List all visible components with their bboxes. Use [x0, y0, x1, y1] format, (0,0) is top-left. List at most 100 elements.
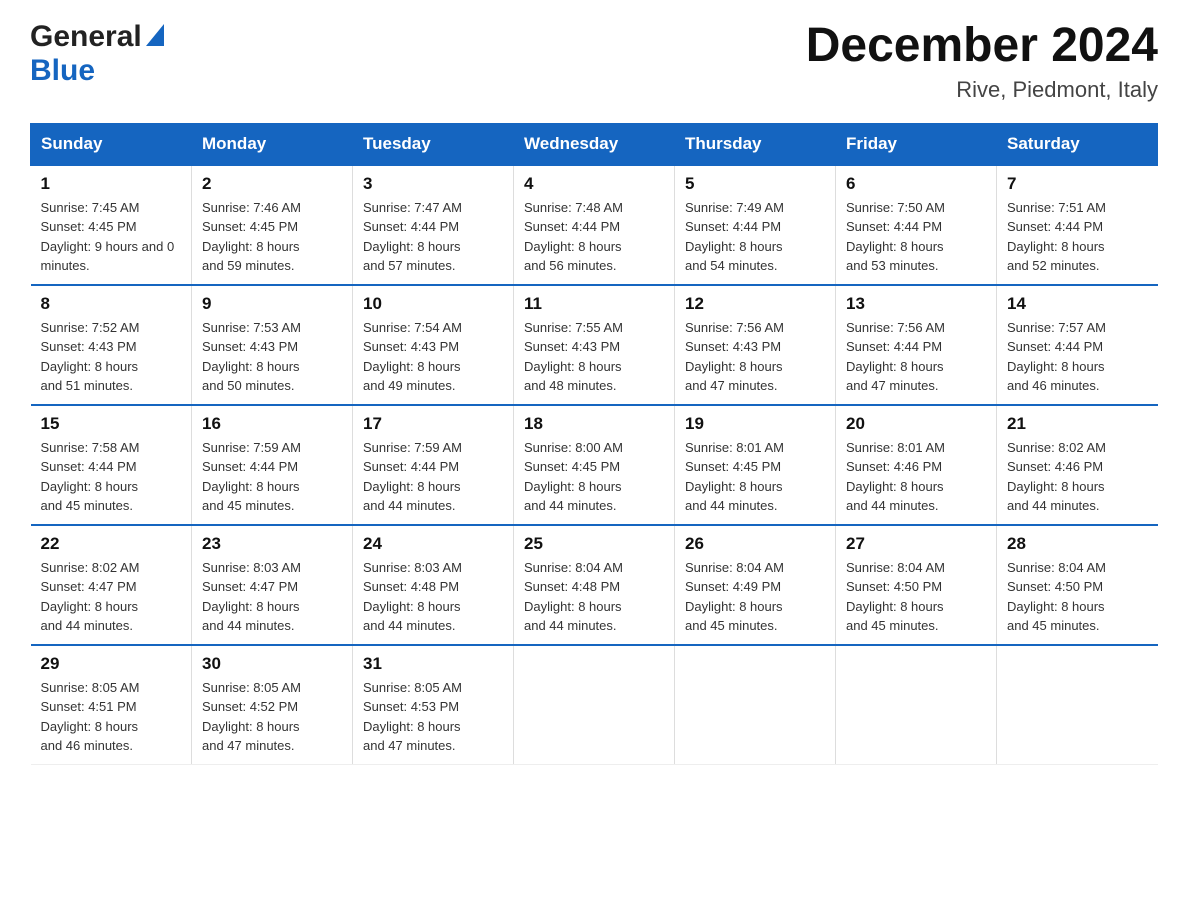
- day-number: 26: [685, 534, 825, 554]
- calendar-cell: 22 Sunrise: 8:02 AM Sunset: 4:47 PM Dayl…: [31, 525, 192, 645]
- calendar-cell: 27 Sunrise: 8:04 AM Sunset: 4:50 PM Dayl…: [836, 525, 997, 645]
- day-info: Sunrise: 7:46 AM Sunset: 4:45 PM Dayligh…: [202, 198, 342, 276]
- day-info: Sunrise: 8:04 AM Sunset: 4:50 PM Dayligh…: [1007, 558, 1148, 636]
- day-number: 19: [685, 414, 825, 434]
- day-number: 7: [1007, 174, 1148, 194]
- day-info: Sunrise: 7:57 AM Sunset: 4:44 PM Dayligh…: [1007, 318, 1148, 396]
- calendar-week-row: 1 Sunrise: 7:45 AM Sunset: 4:45 PM Dayli…: [31, 165, 1158, 285]
- day-number: 2: [202, 174, 342, 194]
- calendar-cell: 25 Sunrise: 8:04 AM Sunset: 4:48 PM Dayl…: [514, 525, 675, 645]
- page-header: General Blue December 2024 Rive, Piedmon…: [30, 20, 1158, 103]
- logo-triangle-icon: [146, 24, 164, 51]
- day-number: 5: [685, 174, 825, 194]
- day-info: Sunrise: 8:03 AM Sunset: 4:48 PM Dayligh…: [363, 558, 503, 636]
- calendar-cell: 23 Sunrise: 8:03 AM Sunset: 4:47 PM Dayl…: [192, 525, 353, 645]
- day-info: Sunrise: 8:02 AM Sunset: 4:47 PM Dayligh…: [41, 558, 182, 636]
- calendar-cell: 7 Sunrise: 7:51 AM Sunset: 4:44 PM Dayli…: [997, 165, 1158, 285]
- day-info: Sunrise: 7:52 AM Sunset: 4:43 PM Dayligh…: [41, 318, 182, 396]
- calendar-cell: 12 Sunrise: 7:56 AM Sunset: 4:43 PM Dayl…: [675, 285, 836, 405]
- day-info: Sunrise: 8:04 AM Sunset: 4:49 PM Dayligh…: [685, 558, 825, 636]
- day-number: 13: [846, 294, 986, 314]
- calendar-cell: 29 Sunrise: 8:05 AM Sunset: 4:51 PM Dayl…: [31, 645, 192, 765]
- day-number: 1: [41, 174, 182, 194]
- day-info: Sunrise: 7:48 AM Sunset: 4:44 PM Dayligh…: [524, 198, 664, 276]
- day-number: 6: [846, 174, 986, 194]
- day-info: Sunrise: 7:45 AM Sunset: 4:45 PM Dayligh…: [41, 198, 182, 276]
- day-info: Sunrise: 7:53 AM Sunset: 4:43 PM Dayligh…: [202, 318, 342, 396]
- calendar-table: Sunday Monday Tuesday Wednesday Thursday…: [30, 123, 1158, 766]
- calendar-header-row: Sunday Monday Tuesday Wednesday Thursday…: [31, 123, 1158, 165]
- day-number: 11: [524, 294, 664, 314]
- day-info: Sunrise: 7:56 AM Sunset: 4:43 PM Dayligh…: [685, 318, 825, 396]
- calendar-cell: 19 Sunrise: 8:01 AM Sunset: 4:45 PM Dayl…: [675, 405, 836, 525]
- day-number: 28: [1007, 534, 1148, 554]
- calendar-cell: [836, 645, 997, 765]
- day-info: Sunrise: 8:05 AM Sunset: 4:51 PM Dayligh…: [41, 678, 182, 756]
- day-info: Sunrise: 8:01 AM Sunset: 4:45 PM Dayligh…: [685, 438, 825, 516]
- day-number: 23: [202, 534, 342, 554]
- calendar-week-row: 22 Sunrise: 8:02 AM Sunset: 4:47 PM Dayl…: [31, 525, 1158, 645]
- day-number: 21: [1007, 414, 1148, 434]
- day-info: Sunrise: 7:56 AM Sunset: 4:44 PM Dayligh…: [846, 318, 986, 396]
- day-info: Sunrise: 7:47 AM Sunset: 4:44 PM Dayligh…: [363, 198, 503, 276]
- day-info: Sunrise: 8:02 AM Sunset: 4:46 PM Dayligh…: [1007, 438, 1148, 516]
- day-number: 15: [41, 414, 182, 434]
- col-monday: Monday: [192, 123, 353, 165]
- day-info: Sunrise: 7:55 AM Sunset: 4:43 PM Dayligh…: [524, 318, 664, 396]
- day-number: 12: [685, 294, 825, 314]
- day-number: 17: [363, 414, 503, 434]
- day-info: Sunrise: 7:54 AM Sunset: 4:43 PM Dayligh…: [363, 318, 503, 396]
- day-number: 18: [524, 414, 664, 434]
- col-saturday: Saturday: [997, 123, 1158, 165]
- day-info: Sunrise: 8:04 AM Sunset: 4:50 PM Dayligh…: [846, 558, 986, 636]
- day-number: 4: [524, 174, 664, 194]
- day-info: Sunrise: 8:05 AM Sunset: 4:52 PM Dayligh…: [202, 678, 342, 756]
- day-info: Sunrise: 8:01 AM Sunset: 4:46 PM Dayligh…: [846, 438, 986, 516]
- calendar-cell: 6 Sunrise: 7:50 AM Sunset: 4:44 PM Dayli…: [836, 165, 997, 285]
- calendar-cell: 1 Sunrise: 7:45 AM Sunset: 4:45 PM Dayli…: [31, 165, 192, 285]
- day-info: Sunrise: 8:05 AM Sunset: 4:53 PM Dayligh…: [363, 678, 503, 756]
- calendar-cell: 13 Sunrise: 7:56 AM Sunset: 4:44 PM Dayl…: [836, 285, 997, 405]
- logo-blue-text: Blue: [30, 54, 95, 87]
- calendar-cell: 31 Sunrise: 8:05 AM Sunset: 4:53 PM Dayl…: [353, 645, 514, 765]
- calendar-cell: 9 Sunrise: 7:53 AM Sunset: 4:43 PM Dayli…: [192, 285, 353, 405]
- day-info: Sunrise: 7:51 AM Sunset: 4:44 PM Dayligh…: [1007, 198, 1148, 276]
- day-number: 9: [202, 294, 342, 314]
- calendar-cell: 11 Sunrise: 7:55 AM Sunset: 4:43 PM Dayl…: [514, 285, 675, 405]
- calendar-cell: 8 Sunrise: 7:52 AM Sunset: 4:43 PM Dayli…: [31, 285, 192, 405]
- calendar-cell: 28 Sunrise: 8:04 AM Sunset: 4:50 PM Dayl…: [997, 525, 1158, 645]
- calendar-week-row: 8 Sunrise: 7:52 AM Sunset: 4:43 PM Dayli…: [31, 285, 1158, 405]
- calendar-cell: [997, 645, 1158, 765]
- location-title: Rive, Piedmont, Italy: [806, 77, 1158, 103]
- calendar-cell: 4 Sunrise: 7:48 AM Sunset: 4:44 PM Dayli…: [514, 165, 675, 285]
- calendar-cell: 15 Sunrise: 7:58 AM Sunset: 4:44 PM Dayl…: [31, 405, 192, 525]
- day-number: 16: [202, 414, 342, 434]
- calendar-cell: 16 Sunrise: 7:59 AM Sunset: 4:44 PM Dayl…: [192, 405, 353, 525]
- day-info: Sunrise: 7:50 AM Sunset: 4:44 PM Dayligh…: [846, 198, 986, 276]
- col-sunday: Sunday: [31, 123, 192, 165]
- calendar-cell: 2 Sunrise: 7:46 AM Sunset: 4:45 PM Dayli…: [192, 165, 353, 285]
- day-number: 20: [846, 414, 986, 434]
- calendar-cell: 21 Sunrise: 8:02 AM Sunset: 4:46 PM Dayl…: [997, 405, 1158, 525]
- calendar-cell: 20 Sunrise: 8:01 AM Sunset: 4:46 PM Dayl…: [836, 405, 997, 525]
- day-number: 22: [41, 534, 182, 554]
- col-friday: Friday: [836, 123, 997, 165]
- day-number: 14: [1007, 294, 1148, 314]
- calendar-cell: 24 Sunrise: 8:03 AM Sunset: 4:48 PM Dayl…: [353, 525, 514, 645]
- day-number: 29: [41, 654, 182, 674]
- day-info: Sunrise: 8:04 AM Sunset: 4:48 PM Dayligh…: [524, 558, 664, 636]
- day-info: Sunrise: 8:00 AM Sunset: 4:45 PM Dayligh…: [524, 438, 664, 516]
- calendar-cell: 18 Sunrise: 8:00 AM Sunset: 4:45 PM Dayl…: [514, 405, 675, 525]
- calendar-cell: 26 Sunrise: 8:04 AM Sunset: 4:49 PM Dayl…: [675, 525, 836, 645]
- day-number: 30: [202, 654, 342, 674]
- calendar-week-row: 29 Sunrise: 8:05 AM Sunset: 4:51 PM Dayl…: [31, 645, 1158, 765]
- logo: General Blue: [30, 20, 164, 88]
- calendar-cell: 17 Sunrise: 7:59 AM Sunset: 4:44 PM Dayl…: [353, 405, 514, 525]
- calendar-cell: 3 Sunrise: 7:47 AM Sunset: 4:44 PM Dayli…: [353, 165, 514, 285]
- col-thursday: Thursday: [675, 123, 836, 165]
- day-number: 25: [524, 534, 664, 554]
- col-tuesday: Tuesday: [353, 123, 514, 165]
- calendar-cell: 30 Sunrise: 8:05 AM Sunset: 4:52 PM Dayl…: [192, 645, 353, 765]
- day-info: Sunrise: 7:58 AM Sunset: 4:44 PM Dayligh…: [41, 438, 182, 516]
- calendar-week-row: 15 Sunrise: 7:58 AM Sunset: 4:44 PM Dayl…: [31, 405, 1158, 525]
